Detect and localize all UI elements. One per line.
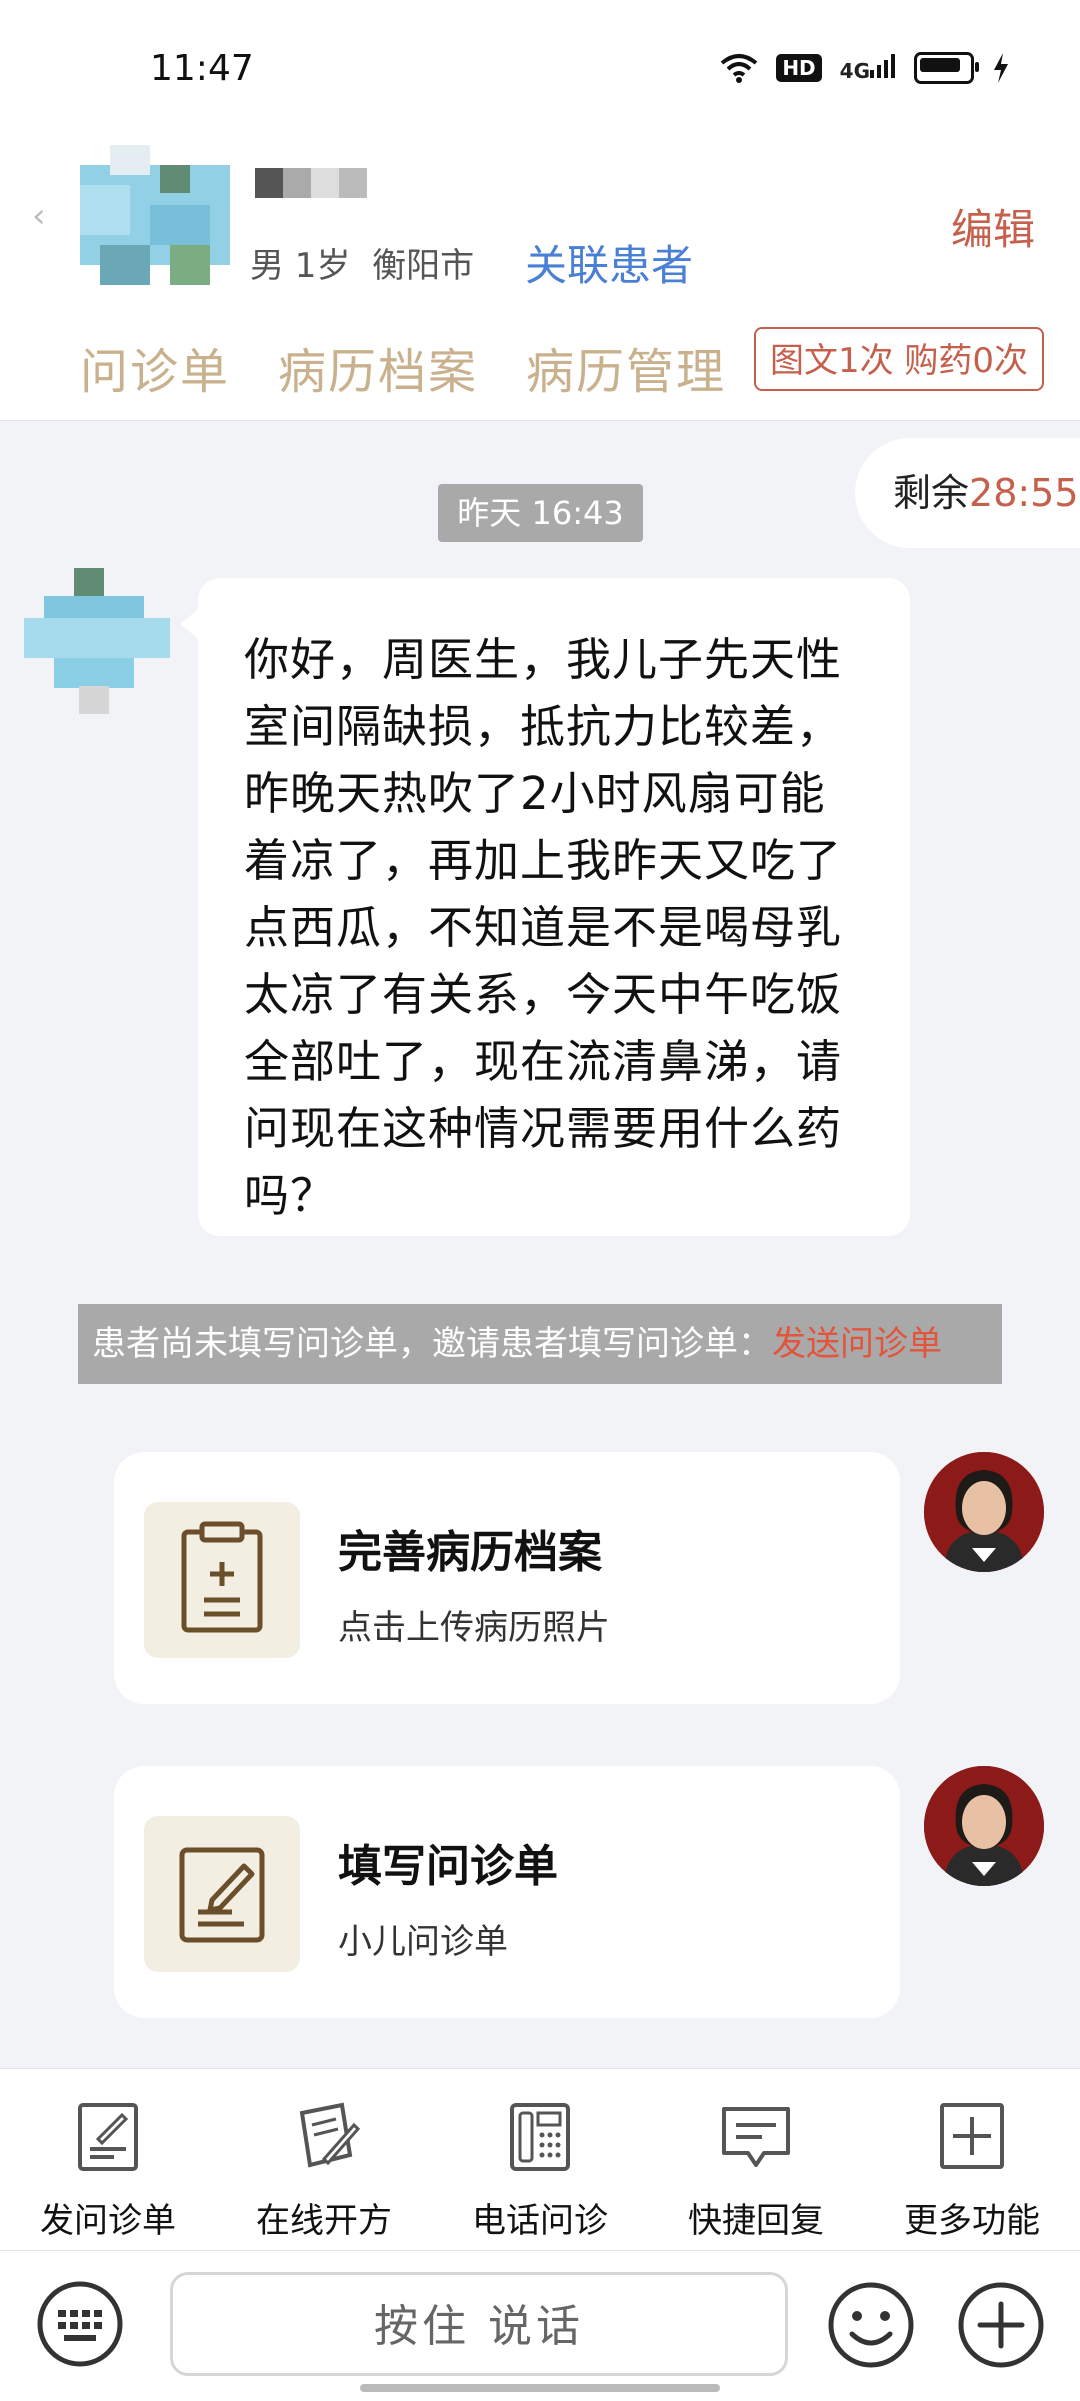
send-form-tool[interactable]: 发问诊单 <box>0 2069 216 2251</box>
tool-label: 快捷回复 <box>688 2201 824 2241</box>
patient-name-blurred <box>255 168 370 198</box>
message-line: 室间隔缺损，抵抗力比较差， <box>244 700 843 753</box>
card-subtitle: 点击上传病历照片 <box>338 1608 610 1648</box>
message-line: 太凉了有关系，今天中午吃饭 <box>244 968 843 1021</box>
patient-gender-age: 男 1岁 <box>250 246 351 286</box>
tool-label: 发问诊单 <box>40 2201 176 2241</box>
status-time: 11:47 <box>150 48 254 89</box>
phone-consult-tool[interactable]: 电话问诊 <box>432 2069 648 2251</box>
doctor-avatar[interactable] <box>924 1452 1044 1572</box>
wifi-icon <box>721 54 758 83</box>
tool-label: 在线开方 <box>256 2201 392 2241</box>
quick-reply-tool[interactable]: 快捷回复 <box>648 2069 864 2251</box>
message-timestamp: 昨天 16:43 <box>438 484 643 542</box>
service-quota-badge: 图文1次 购药0次 <box>754 327 1044 391</box>
tab-record-management[interactable]: 病历管理 <box>526 332 726 402</box>
battery-icon <box>914 52 979 84</box>
fill-form-card[interactable]: 填写问诊单 小儿问诊单 <box>114 1766 900 2018</box>
phone-icon <box>510 2103 570 2171</box>
edit-button[interactable]: 编辑 <box>951 196 1035 257</box>
card-title: 填写问诊单 <box>338 1841 558 1892</box>
charging-icon <box>994 53 1008 83</box>
function-toolbar: 发问诊单 在线开方 电话问诊 快捷回复 更多功能 <box>0 2068 1080 2251</box>
back-icon[interactable]: ‹ <box>32 196 56 236</box>
signal-4g-icon: 4G <box>840 53 896 83</box>
form-edit-icon <box>144 1816 300 1972</box>
card-title: 完善病历档案 <box>338 1527 602 1578</box>
message-line: 点西瓜，不知道是不是喝母乳 <box>244 901 843 954</box>
remaining-label: 剩余 <box>893 471 970 515</box>
more-functions-tool[interactable]: 更多功能 <box>864 2069 1080 2251</box>
status-icons: HD 4G <box>720 52 1010 84</box>
doctor-avatar[interactable] <box>924 1766 1044 1886</box>
tab-consult-form[interactable]: 问诊单 <box>80 332 230 402</box>
clipboard-plus-icon <box>144 1502 300 1658</box>
patient-city: 衡阳市 <box>372 246 475 286</box>
tool-label: 电话问诊 <box>472 2201 608 2241</box>
home-indicator[interactable] <box>360 2384 720 2392</box>
keyboard-icon[interactable] <box>36 2280 124 2368</box>
form-notice: 患者尚未填写问诊单，邀请患者填写问诊单：发送问诊单 <box>78 1304 1002 1384</box>
online-prescription-tool[interactable]: 在线开方 <box>216 2069 432 2251</box>
more-icon <box>940 2103 1004 2169</box>
message-line: 昨晚天热吹了2小时风扇可能 <box>244 767 826 820</box>
quick-reply-icon <box>722 2107 790 2167</box>
complete-record-card[interactable]: 完善病历档案 点击上传病历照片 <box>114 1452 900 1704</box>
countdown-value: 28:55 <box>969 471 1079 515</box>
message-line: 着凉了，再加上我昨天又吃了 <box>244 834 843 887</box>
card-subtitle: 小儿问诊单 <box>338 1922 508 1962</box>
hold-to-talk-button[interactable]: 按住 说话 <box>170 2272 788 2376</box>
emoji-icon[interactable] <box>826 2280 916 2370</box>
prescription-icon <box>299 2102 361 2168</box>
patient-chat-avatar[interactable] <box>24 568 170 714</box>
link-patient-link[interactable]: 关联患者 <box>525 232 693 293</box>
plus-icon[interactable] <box>956 2280 1046 2370</box>
tool-label: 更多功能 <box>904 2201 1040 2241</box>
patient-meta: 男 1岁 衡阳市 <box>250 238 474 287</box>
patient-avatar-blurred[interactable] <box>80 145 230 285</box>
message-line: 问现在这种情况需要用什么药 <box>244 1102 843 1155</box>
hd-icon: HD <box>776 54 822 82</box>
header-tabs: 问诊单 病历档案 病历管理 <box>80 332 726 402</box>
remaining-time: 剩余28:55 <box>855 438 1080 548</box>
message-line: 吗？ <box>244 1169 337 1222</box>
patient-message-bubble[interactable]: 你好，周医生，我儿子先天性 室间隔缺损，抵抗力比较差， 昨晚天热吹了2小时风扇可… <box>180 578 910 1236</box>
message-line: 你好，周医生，我儿子先天性 <box>244 633 843 686</box>
notice-text: 患者尚未填写问诊单，邀请患者填写问诊单： <box>92 1324 772 1364</box>
send-form-icon <box>78 2103 138 2171</box>
send-form-link[interactable]: 发送问诊单 <box>772 1324 942 1364</box>
tab-medical-record[interactable]: 病历档案 <box>278 332 478 402</box>
message-line: 全部吐了，现在流清鼻涕，请 <box>244 1035 843 1088</box>
